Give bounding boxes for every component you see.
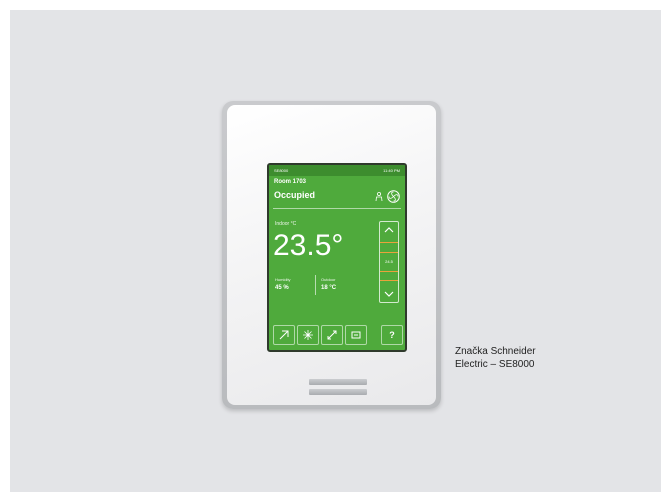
- setpoint-value: 24.5: [380, 252, 398, 272]
- stepper-accent-bottom: [380, 280, 398, 281]
- occupancy-icon[interactable]: [375, 192, 383, 202]
- caption-line-model: Electric – SE8000: [455, 359, 535, 370]
- setpoint-down-button[interactable]: [380, 286, 398, 302]
- help-icon: ?: [389, 330, 395, 340]
- caption-line-brand: Značka Schneider: [455, 346, 536, 357]
- status-date: SE8000: [274, 168, 289, 173]
- product-caption: Značka Schneider Electric – SE8000: [455, 345, 536, 371]
- thermostat-faceplate: SE8000 11:40 PM Room 1703 Occupied Indoo…: [227, 105, 436, 405]
- vent-slot-top: [309, 379, 367, 385]
- mode-icon: [279, 330, 289, 340]
- setpoint-stepper: 24.5: [379, 221, 399, 303]
- indoor-temperature-value: 23.5°: [273, 229, 344, 262]
- setpoint-up-button[interactable]: [380, 222, 398, 238]
- thermostat-screen: SE8000 11:40 PM Room 1703 Occupied Indoo…: [267, 163, 407, 352]
- help-button[interactable]: ?: [381, 325, 403, 345]
- outdoor-value: 18 °C: [321, 285, 337, 291]
- indoor-temperature-label: Indoor °C: [275, 221, 297, 227]
- fan-speed-icon: [303, 330, 313, 340]
- fan-icon[interactable]: [387, 190, 400, 203]
- vent-slot-bottom: [309, 389, 367, 395]
- room-label: Room 1703: [274, 179, 307, 185]
- status-time: 11:40 PM: [383, 168, 400, 173]
- readout-separator: [315, 275, 316, 295]
- stepper-accent-top: [380, 242, 398, 243]
- schedule-button[interactable]: [321, 325, 343, 345]
- occupancy-mode: Occupied: [274, 190, 316, 200]
- status-bar: SE8000 11:40 PM: [269, 165, 405, 176]
- bottom-icon-bar: ?: [273, 325, 403, 345]
- humidity-value: 45 %: [275, 285, 289, 291]
- outdoor-label: Outdoor: [321, 277, 336, 282]
- screen-divider: [273, 208, 401, 209]
- mode-button[interactable]: [273, 325, 295, 345]
- humidity-label: Humidity: [275, 277, 291, 282]
- schedule-icon: [327, 330, 337, 340]
- fan-speed-button[interactable]: [297, 325, 319, 345]
- settings-button[interactable]: [345, 325, 367, 345]
- chevron-up-icon: [384, 227, 394, 233]
- chevron-down-icon: [384, 291, 394, 297]
- settings-icon: [351, 331, 361, 339]
- thermostat-device: SE8000 11:40 PM Room 1703 Occupied Indoo…: [222, 101, 441, 409]
